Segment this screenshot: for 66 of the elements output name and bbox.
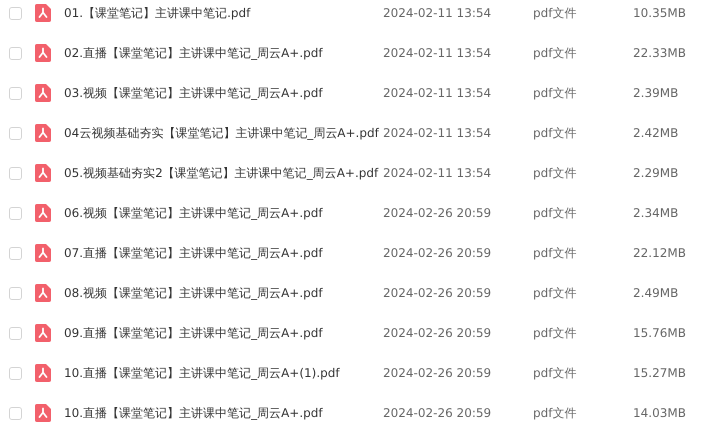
file-type: pdf文件 <box>533 284 578 302</box>
file-name[interactable]: 03.视频【课堂笔记】主讲课中笔记_周云A+.pdf <box>64 84 383 102</box>
file-name[interactable]: 04云视频基础夯实【课堂笔记】主讲课中笔记_周云A+.pdf <box>64 124 383 142</box>
modified-date: 2024-02-26 20:59 <box>383 286 492 300</box>
file-name[interactable]: 01.【课堂笔记】主讲课中笔记.pdf <box>64 4 383 22</box>
pdf-file-icon <box>35 84 51 102</box>
row-checkbox[interactable] <box>9 46 22 60</box>
row-checkbox[interactable] <box>9 166 22 180</box>
file-name[interactable]: 10.直播【课堂笔记】主讲课中笔记_周云A+.pdf <box>64 404 383 422</box>
file-size: 2.42MB <box>633 126 678 140</box>
row-checkbox[interactable] <box>9 86 22 100</box>
file-size: 10.35MB <box>633 6 686 20</box>
file-name[interactable]: 08.视频【课堂笔记】主讲课中笔记_周云A+.pdf <box>64 284 383 302</box>
pdf-file-icon <box>35 404 51 422</box>
file-size: 2.39MB <box>633 86 678 100</box>
file-size: 2.34MB <box>633 206 678 220</box>
modified-date: 2024-02-26 20:59 <box>383 366 492 380</box>
file-type: pdf文件 <box>533 84 578 102</box>
pdf-file-icon <box>35 284 51 302</box>
pdf-file-icon <box>35 164 51 182</box>
file-type: pdf文件 <box>533 44 578 62</box>
pdf-file-icon <box>35 364 51 382</box>
modified-date: 2024-02-26 20:59 <box>383 246 492 260</box>
row-checkbox[interactable] <box>9 406 22 420</box>
pdf-file-icon <box>35 244 51 262</box>
file-size: 15.27MB <box>633 366 686 380</box>
pdf-file-icon <box>35 44 51 62</box>
file-type: pdf文件 <box>533 324 578 342</box>
row-checkbox[interactable] <box>9 286 22 300</box>
pdf-file-icon <box>35 204 51 222</box>
file-size: 2.29MB <box>633 166 678 180</box>
row-checkbox[interactable] <box>9 366 22 380</box>
row-checkbox[interactable] <box>9 206 22 220</box>
file-type: pdf文件 <box>533 164 578 182</box>
file-type: pdf文件 <box>533 4 578 22</box>
pdf-file-icon <box>35 124 51 142</box>
file-type: pdf文件 <box>533 244 578 262</box>
file-type: pdf文件 <box>533 124 578 142</box>
file-name[interactable]: 06.视频【课堂笔记】主讲课中笔记_周云A+.pdf <box>64 204 383 222</box>
modified-date: 2024-02-26 20:59 <box>383 406 492 420</box>
file-name[interactable]: 02.直播【课堂笔记】主讲课中笔记_周云A+.pdf <box>64 44 383 62</box>
modified-date: 2024-02-26 20:59 <box>383 326 492 340</box>
file-type: pdf文件 <box>533 404 578 422</box>
modified-date: 2024-02-11 13:54 <box>383 86 492 100</box>
file-name[interactable]: 10.直播【课堂笔记】主讲课中笔记_周云A+(1).pdf <box>64 364 383 382</box>
file-name[interactable]: 05.视频基础夯实2【课堂笔记】主讲课中笔记_周云A+.pdf <box>64 164 383 182</box>
file-type: pdf文件 <box>533 204 578 222</box>
row-checkbox[interactable] <box>9 126 22 140</box>
file-size: 22.33MB <box>633 46 686 60</box>
modified-date: 2024-02-11 13:54 <box>383 166 492 180</box>
file-size: 14.03MB <box>633 406 686 420</box>
row-checkbox[interactable] <box>9 6 22 20</box>
modified-date: 2024-02-11 13:54 <box>383 6 492 20</box>
file-size: 2.49MB <box>633 286 678 300</box>
file-size: 22.12MB <box>633 246 686 260</box>
file-name[interactable]: 09.直播【课堂笔记】主讲课中笔记_周云A+.pdf <box>64 324 383 342</box>
modified-date: 2024-02-11 13:54 <box>383 46 492 60</box>
file-type: pdf文件 <box>533 364 578 382</box>
row-checkbox[interactable] <box>9 326 22 340</box>
row-checkbox[interactable] <box>9 246 22 260</box>
modified-date: 2024-02-11 13:54 <box>383 126 492 140</box>
file-size: 15.76MB <box>633 326 686 340</box>
pdf-file-icon <box>35 324 51 342</box>
modified-date: 2024-02-26 20:59 <box>383 206 492 220</box>
pdf-file-icon <box>35 4 51 22</box>
file-name[interactable]: 07.直播【课堂笔记】主讲课中笔记_周云A+.pdf <box>64 244 383 262</box>
